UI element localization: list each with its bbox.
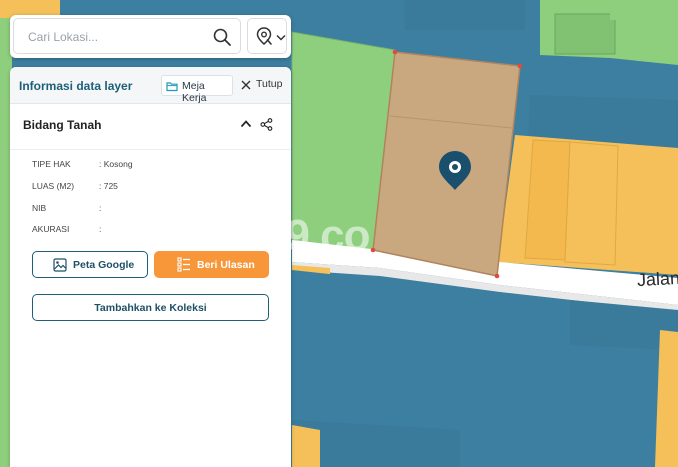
road-label: Jalan [636,267,678,291]
section-title: Bidang Tanah [23,118,102,132]
attribute-value: : [99,203,102,213]
chevron-down-icon [276,34,286,41]
info-panel: Informasi data layer Meja Kerja Tutup Bi… [10,67,291,467]
add-to-collection-label: Tambahkan ke Koleksi [94,302,207,314]
map-image-icon [53,258,67,272]
add-to-collection-button[interactable]: Tambahkan ke Koleksi [32,294,269,321]
attribute-key: LUAS (M2) [32,181,75,191]
attribute-key: AKURASI [32,224,70,234]
attribute-key: NIB [32,203,47,213]
search-icon[interactable] [212,27,232,47]
attribute-value: : [99,224,102,234]
search-input[interactable] [28,27,198,47]
attribute-key: TIPE HAK [32,159,71,169]
close-button[interactable]: Tutup [239,76,287,94]
google-maps-label: Peta Google [73,259,135,271]
review-button[interactable]: Beri Ulasan [154,251,269,278]
search-bar [10,15,291,58]
workspace-label: Meja Kerja [182,80,207,104]
close-icon [241,80,251,90]
panel-title: Informasi data layer [19,79,133,93]
attribute-value: : 725 [99,181,118,191]
list-icon [177,257,190,272]
folder-icon [166,82,178,92]
google-maps-button[interactable]: Peta Google [32,251,148,278]
close-label: Tutup [256,78,283,90]
location-search-icon [256,27,272,45]
share-icon[interactable] [260,118,273,131]
search-box [13,18,241,54]
section-divider [10,149,291,150]
panel-header: Informasi data layer Meja Kerja Tutup [10,67,291,104]
review-label: Beri Ulasan [197,259,255,271]
attribute-value: : Kosong [99,159,133,169]
chevron-up-icon[interactable] [240,119,252,129]
workspace-button[interactable]: Meja Kerja [161,75,233,104]
location-search-button[interactable] [247,18,287,54]
